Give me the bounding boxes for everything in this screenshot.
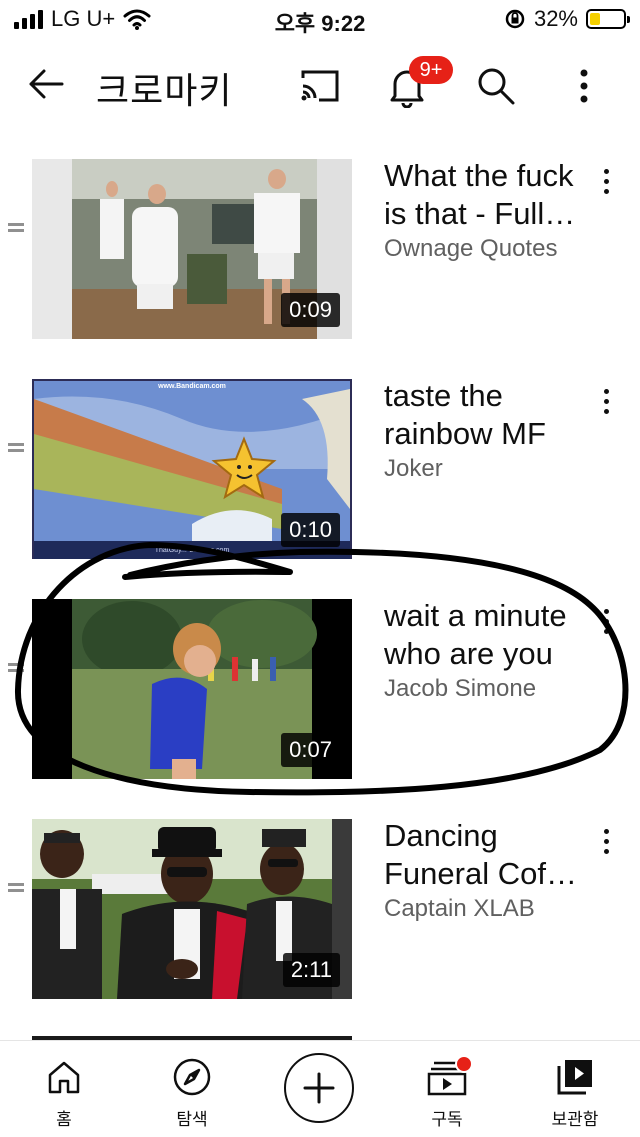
nav-home-label: 홈 [56, 1110, 72, 1129]
rotation-lock-icon [505, 9, 525, 29]
new-content-dot [455, 1055, 473, 1073]
video-row[interactable]: www.Bandicam.com ThatGuy... Glasses.com … [0, 355, 640, 559]
nav-subscriptions-label: 구독 [431, 1110, 463, 1129]
create-button[interactable] [284, 1053, 354, 1123]
video-channel[interactable]: Jacob Simone [384, 675, 536, 703]
back-arrow-icon [29, 69, 64, 99]
cast-button[interactable] [293, 60, 345, 112]
video-row[interactable]: 2:11 Dancing Funeral Cof… Captain XLAB [0, 795, 640, 999]
video-thumbnail[interactable]: 2:11 [32, 819, 352, 999]
status-right: 32% [504, 6, 630, 32]
cast-icon [301, 70, 339, 102]
nav-explore-label: 탐색 [176, 1110, 208, 1129]
video-thumbnail[interactable]: www.Bandicam.com ThatGuy... Glasses.com … [32, 379, 352, 559]
nav-subscriptions[interactable]: 구독 [397, 1055, 497, 1130]
notification-badge: 9+ [409, 56, 453, 84]
back-button[interactable] [22, 60, 70, 108]
video-menu-button[interactable] [594, 389, 618, 421]
plus-icon [303, 1072, 335, 1104]
library-icon [557, 1060, 592, 1095]
drag-handle-icon[interactable] [8, 443, 24, 455]
video-menu-button[interactable] [594, 829, 618, 861]
video-duration: 0:07 [281, 733, 340, 767]
video-title[interactable]: wait a minute who are you [384, 597, 584, 673]
battery-level [590, 13, 601, 25]
nav-library[interactable]: 보관함 [525, 1055, 625, 1130]
home-icon [48, 1061, 80, 1094]
video-duration: 0:09 [281, 293, 340, 327]
app-bar: 크로마키 9+ [0, 48, 640, 120]
video-channel[interactable]: Captain XLAB [384, 895, 535, 923]
video-channel[interactable]: Joker [384, 455, 443, 483]
video-title[interactable]: taste the rainbow MF [384, 377, 584, 453]
video-duration: 2:11 [282, 953, 340, 987]
drag-handle-icon[interactable] [8, 223, 24, 235]
page-title: 크로마키 [96, 70, 233, 111]
video-thumbnail[interactable]: 0:07 [32, 599, 352, 779]
drag-handle-icon[interactable] [8, 883, 24, 895]
nav-explore[interactable]: 탐색 [142, 1055, 242, 1130]
video-duration: 0:10 [281, 513, 340, 547]
status-bar: LG U+ 오후 9:22 32% [0, 0, 640, 42]
drag-handle-icon[interactable] [8, 663, 24, 675]
video-menu-button[interactable] [594, 609, 618, 641]
watermark-top: www.Bandicam.com [157, 383, 226, 390]
search-icon [478, 68, 515, 105]
more-vertical-icon [580, 69, 588, 103]
video-menu-button[interactable] [594, 169, 618, 201]
battery-icon [586, 9, 630, 29]
more-options-button[interactable] [558, 60, 610, 112]
video-row[interactable]: 0:09 What the fuck is that - Full… Ownag… [0, 135, 640, 339]
search-button[interactable] [470, 60, 522, 112]
notifications-button[interactable]: 9+ [381, 56, 453, 112]
battery-percent: 32% [533, 6, 578, 31]
video-thumbnail[interactable]: 0:09 [32, 159, 352, 339]
watermark-bottom: ThatGuy... Glasses.com [155, 547, 230, 554]
bottom-navigation: 홈 탐색 구독 보관함 [0, 1040, 640, 1137]
video-row[interactable]: 0:07 wait a minute who are you Jacob Sim… [0, 575, 640, 779]
nav-home[interactable]: 홈 [14, 1055, 114, 1130]
video-title[interactable]: Dancing Funeral Cof… [384, 817, 584, 893]
video-title[interactable]: What the fuck is that - Full… [384, 157, 584, 233]
video-channel[interactable]: Ownage Quotes [384, 235, 557, 263]
compass-icon [173, 1058, 211, 1096]
nav-library-label: 보관함 [551, 1110, 599, 1129]
